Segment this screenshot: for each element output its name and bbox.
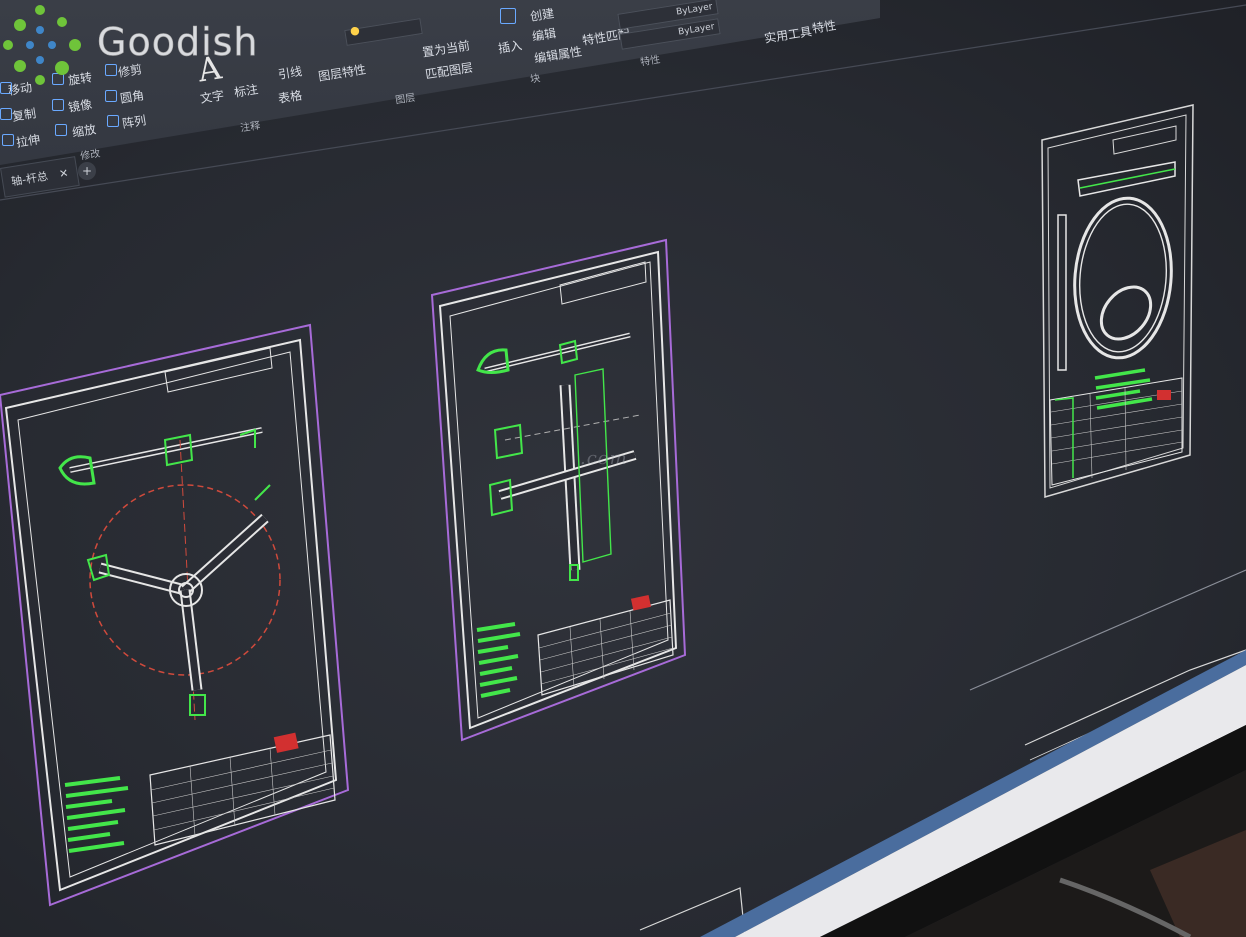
logo-dots-icon	[3, 5, 81, 85]
close-tab-icon[interactable]: ✕	[58, 166, 69, 180]
fillet-icon	[105, 90, 117, 102]
array-icon	[107, 115, 119, 127]
layer-bulb-icon: ●	[349, 23, 361, 38]
block-group-label[interactable]: 块	[529, 69, 542, 85]
goodish-logo: Goodish	[0, 0, 330, 90]
copy-icon	[0, 108, 12, 120]
new-tab-button[interactable]: +	[78, 162, 96, 180]
insert-block-icon	[500, 8, 516, 24]
scale-icon	[55, 124, 67, 136]
logo-text: Goodish	[97, 20, 259, 65]
layers-group-label[interactable]: 图层	[394, 89, 416, 106]
modify-group-label[interactable]: 修改	[79, 145, 101, 162]
drawing-sheet-1[interactable]	[0, 323, 350, 907]
drawing-sheet-2[interactable]	[430, 238, 687, 742]
document-tab-label: 轴-杆总	[10, 169, 49, 189]
drawing-sheet-3[interactable]	[1041, 104, 1194, 498]
properties-group-label[interactable]: 特性	[639, 51, 661, 68]
stretch-icon	[2, 134, 14, 146]
mirror-icon	[52, 99, 64, 111]
cad-screen-photo: 移动 旋转 修剪 复制 镜像 圆角 拉伸 缩放 阵列 修改 A 文字 标注 引线…	[0, 0, 1246, 937]
annotation-group-label[interactable]: 注释	[239, 117, 261, 134]
watermark-text: .com	[580, 448, 628, 469]
